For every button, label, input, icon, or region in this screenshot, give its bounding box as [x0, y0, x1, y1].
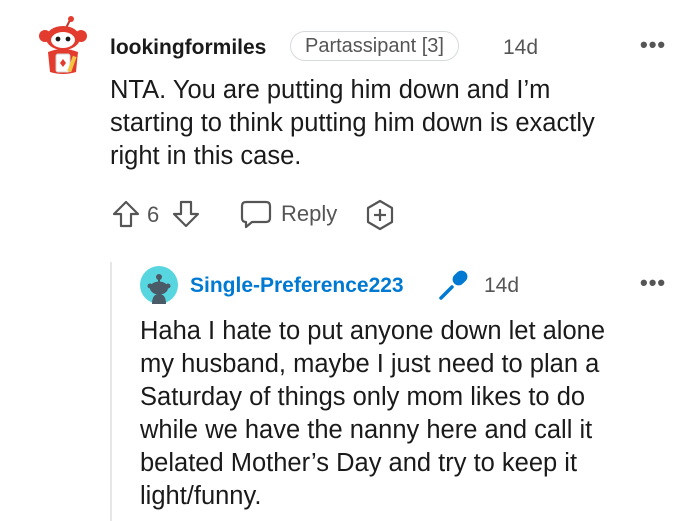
reply-label: Reply	[281, 201, 338, 226]
vote-count: 6	[147, 202, 160, 227]
comment-line: NTA. You are putting him down and I’m	[110, 76, 551, 104]
op-badge	[437, 268, 471, 302]
reply-line: Saturday of things only mom likes to do	[140, 383, 586, 411]
reply-body: Haha I hate to put anyone down let alone…	[140, 315, 690, 513]
comment-body: NTA. You are putting him down and I’m st…	[110, 74, 680, 173]
comment-username[interactable]: lookingformiles	[110, 36, 266, 60]
downvote-icon	[172, 200, 200, 228]
user-flair: Partassipant [3]	[290, 31, 459, 61]
microphone-icon	[439, 270, 468, 300]
comment-line: right in this case.	[110, 142, 302, 170]
reply-line: while we have the nanny here and call it	[140, 416, 593, 444]
upvote-button[interactable]	[110, 198, 142, 230]
award-plus-icon	[366, 199, 394, 231]
comment-bubble-icon	[240, 200, 272, 229]
comment-timestamp: 14d	[503, 36, 539, 59]
reply-user-avatar[interactable]	[140, 266, 178, 304]
reply-username[interactable]: Single-Preference223	[190, 274, 404, 298]
user-avatar[interactable]	[36, 16, 90, 78]
award-button[interactable]	[363, 199, 397, 231]
snoo-avatar-icon	[39, 16, 87, 74]
reply-line: belated Mother’s Day and try to keep it	[140, 449, 578, 477]
reply-more-options-icon[interactable]: •••	[640, 272, 666, 294]
reply-line: my husband, maybe I just need to plan a	[140, 350, 600, 378]
more-options-icon[interactable]: •••	[640, 34, 666, 56]
reply-timestamp: 14d	[484, 274, 520, 297]
reply-line: light/funny.	[140, 482, 262, 510]
upvote-icon	[112, 200, 140, 228]
reply-line: Haha I hate to put anyone down let alone	[140, 317, 606, 345]
thread-line[interactable]	[110, 262, 112, 521]
snoo-avatar-icon	[140, 266, 178, 304]
comment-line: starting to think putting him down is ex…	[110, 109, 595, 137]
reply-button[interactable]: Reply	[240, 199, 337, 229]
downvote-button[interactable]	[170, 198, 202, 230]
